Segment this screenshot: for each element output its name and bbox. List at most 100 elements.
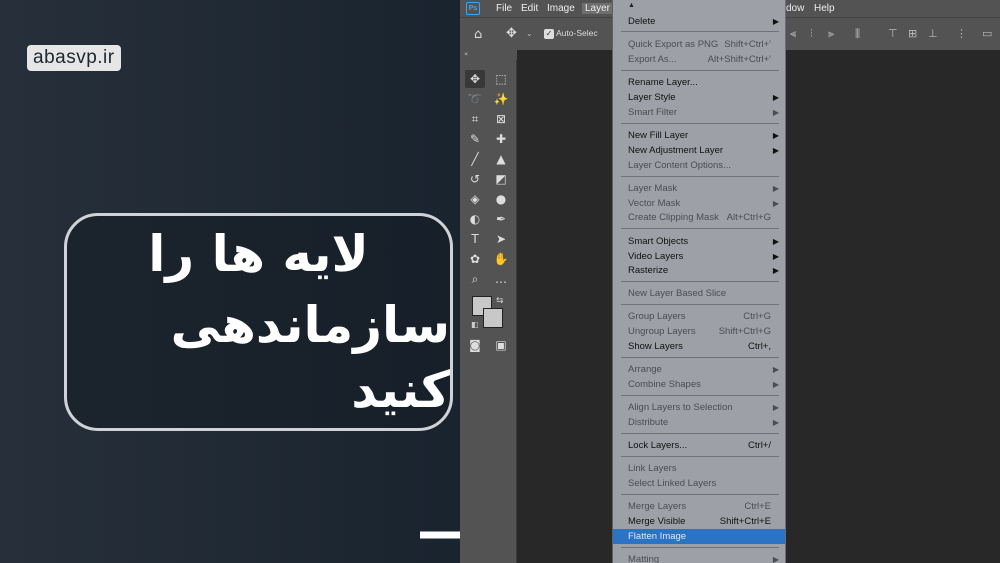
menu-item-delete[interactable]: Delete ▶ bbox=[613, 14, 785, 29]
menu-item-flatten-image[interactable]: Flatten Image bbox=[613, 529, 785, 544]
scroll-up-arrow-icon[interactable]: ▲ bbox=[628, 2, 635, 9]
dodge-tool-icon[interactable]: ◐ bbox=[465, 210, 485, 228]
screen-mode-icon[interactable]: ▣ bbox=[491, 336, 511, 354]
menu-item-label: Rename Layer... bbox=[628, 77, 698, 88]
menu-item-distribute[interactable]: Distribute ▶ bbox=[613, 415, 785, 430]
menu-item-export-as[interactable]: Export As... Alt+Shift+Ctrl+' bbox=[613, 52, 785, 67]
submenu-arrow-icon: ▶ bbox=[772, 199, 779, 208]
move-tool-icon[interactable]: ✥ bbox=[465, 70, 485, 88]
swap-colors-icon[interactable]: ⇆ bbox=[496, 296, 504, 306]
submenu-arrow-icon: ▶ bbox=[772, 93, 779, 102]
auto-select-label: Auto-Selecti bbox=[556, 28, 598, 38]
menu-item-group-layers[interactable]: Group Layers Ctrl+G bbox=[613, 309, 785, 324]
menu-item-shortcut: Alt+Ctrl+G bbox=[726, 212, 771, 223]
auto-select-checkbox[interactable]: ✓ bbox=[544, 29, 554, 39]
menu-item-vector-mask[interactable]: Vector Mask ▶ bbox=[613, 196, 785, 211]
menu-item-ungroup-layers[interactable]: Ungroup Layers Shift+Ctrl+G bbox=[613, 324, 785, 339]
align-top-icon[interactable]: ⊤ bbox=[888, 27, 898, 40]
brush-tool-icon[interactable]: ╱ bbox=[465, 150, 485, 168]
menu-item-merge-visible[interactable]: Merge Visible Shift+Ctrl+E bbox=[613, 514, 785, 529]
menu-item-label: Smart Filter bbox=[628, 107, 678, 118]
menu-item-label: Combine Shapes bbox=[628, 379, 701, 390]
distribute-spacing-icon[interactable]: ⋮ bbox=[956, 27, 967, 40]
hand-tool-icon[interactable]: ✋ bbox=[491, 250, 511, 268]
align-middle-icon[interactable]: ⊞ bbox=[908, 27, 917, 40]
menu-item-select-linked-layers[interactable]: Select Linked Layers bbox=[613, 476, 785, 491]
menu-item-label: Delete bbox=[628, 16, 656, 27]
history-brush-tool-icon[interactable]: ↺ bbox=[465, 170, 485, 188]
menu-item-layer-content-options[interactable]: Layer Content Options... bbox=[613, 158, 785, 173]
menu-divider bbox=[621, 176, 779, 177]
pen-tool-icon[interactable]: ✒ bbox=[491, 210, 511, 228]
menu-item-arrange[interactable]: Arrange ▶ bbox=[613, 362, 785, 377]
menu-item-rasterize[interactable]: Rasterize ▶ bbox=[613, 263, 785, 278]
background-color-swatch[interactable] bbox=[483, 308, 503, 328]
menu-item-lock-layers[interactable]: Lock Layers... Ctrl+/ bbox=[613, 438, 785, 453]
default-colors-icon[interactable]: ◧ bbox=[471, 320, 479, 329]
menu-item-label: Merge Visible bbox=[628, 516, 686, 527]
menu-item-layer-style[interactable]: Layer Style ▶ bbox=[613, 90, 785, 105]
path-selection-tool-icon[interactable]: ➤ bbox=[491, 230, 511, 248]
align-bottom-icon[interactable]: ⊥ bbox=[928, 27, 938, 40]
menu-divider bbox=[621, 70, 779, 71]
menu-layer[interactable]: Layer bbox=[582, 3, 614, 14]
align-center-icon[interactable]: ⫶ bbox=[810, 27, 813, 41]
menu-divider bbox=[621, 456, 779, 457]
marquee-tool-icon[interactable]: ⬚ bbox=[491, 70, 511, 88]
home-icon[interactable]: ⌂ bbox=[474, 27, 482, 42]
menu-help[interactable]: Help bbox=[814, 3, 835, 14]
zoom-tool-icon[interactable]: ⌕ bbox=[465, 270, 485, 288]
menu-item-label: Export As... bbox=[628, 54, 677, 65]
menu-file[interactable]: File bbox=[496, 3, 512, 14]
eraser-tool-icon[interactable]: ◩ bbox=[491, 170, 511, 188]
menu-item-new-fill-layer[interactable]: New Fill Layer ▶ bbox=[613, 128, 785, 143]
menu-item-shortcut: Shift+Ctrl+' bbox=[724, 39, 771, 50]
frame-tool-icon[interactable]: ⊠ bbox=[491, 110, 511, 128]
menu-item-label: Vector Mask bbox=[628, 198, 681, 209]
menu-item-show-layers[interactable]: Show Layers Ctrl+, bbox=[613, 339, 785, 354]
submenu-arrow-icon: ▶ bbox=[772, 131, 779, 140]
shape-tool-icon[interactable]: ✿ bbox=[465, 250, 485, 268]
chevron-down-icon[interactable]: ⌄ bbox=[526, 29, 533, 38]
eyedropper-tool-icon[interactable]: ✎ bbox=[465, 130, 485, 148]
magic-wand-tool-icon[interactable]: ✨ bbox=[491, 90, 511, 108]
menu-item-link-layers[interactable]: Link Layers bbox=[613, 461, 785, 476]
menu-item-combine-shapes[interactable]: Combine Shapes ▶ bbox=[613, 377, 785, 392]
menu-item-new-layer-based-slice[interactable]: New Layer Based Slice bbox=[613, 286, 785, 301]
menu-item-new-adjustment-layer[interactable]: New Adjustment Layer ▶ bbox=[613, 143, 785, 158]
menu-item-quick-export[interactable]: Quick Export as PNG Shift+Ctrl+' bbox=[613, 37, 785, 52]
align-left-icon[interactable]: ⫷ bbox=[790, 27, 796, 41]
healing-brush-tool-icon[interactable]: ✚ bbox=[491, 130, 511, 148]
more-tools-icon[interactable]: … bbox=[491, 270, 511, 288]
photoshop-logo-icon: Ps bbox=[466, 2, 480, 15]
menu-image[interactable]: Image bbox=[547, 3, 575, 14]
menu-item-layer-mask[interactable]: Layer Mask ▶ bbox=[613, 181, 785, 196]
stamp-tool-icon[interactable]: ▲ bbox=[491, 150, 511, 168]
distribute-icon[interactable]: ⫼ bbox=[855, 27, 860, 41]
blur-tool-icon[interactable]: ● bbox=[491, 190, 511, 208]
align-right-icon[interactable]: ⫸ bbox=[828, 27, 834, 41]
paint-bucket-tool-icon[interactable]: ◈ bbox=[465, 190, 485, 208]
menu-divider bbox=[621, 123, 779, 124]
more-options-icon[interactable]: ▭ bbox=[982, 27, 992, 40]
menu-divider bbox=[621, 228, 779, 229]
menu-item-video-layers[interactable]: Video Layers ▶ bbox=[613, 249, 785, 264]
menu-item-shortcut: Ctrl+E bbox=[744, 501, 771, 512]
menu-item-shortcut: Ctrl+/ bbox=[748, 440, 771, 451]
menu-item-create-clipping-mask[interactable]: Create Clipping Mask Alt+Ctrl+G bbox=[613, 210, 785, 225]
menu-item-matting[interactable]: Matting ▶ bbox=[613, 552, 785, 563]
menu-item-merge-layers[interactable]: Merge Layers Ctrl+E bbox=[613, 499, 785, 514]
quick-mask-icon[interactable]: ◙ bbox=[465, 336, 485, 354]
menu-item-smart-objects[interactable]: Smart Objects ▶ bbox=[613, 234, 785, 249]
toolbar-collapse-icon[interactable]: « bbox=[460, 50, 517, 60]
menu-item-align-layers[interactable]: Align Layers to Selection ▶ bbox=[613, 400, 785, 415]
menu-item-rename-layer[interactable]: Rename Layer... bbox=[613, 75, 785, 90]
crop-tool-icon[interactable]: ⌗ bbox=[465, 110, 485, 128]
move-tool-icon[interactable]: ✥ bbox=[506, 26, 517, 41]
menu-edit[interactable]: Edit bbox=[521, 3, 538, 14]
lasso-tool-icon[interactable]: ➰ bbox=[465, 90, 485, 108]
menu-item-label: Layer Mask bbox=[628, 183, 678, 194]
menu-item-smart-filter[interactable]: Smart Filter ▶ bbox=[613, 105, 785, 120]
type-tool-icon[interactable]: T bbox=[465, 230, 485, 248]
menu-window[interactable]: dow bbox=[786, 3, 804, 14]
